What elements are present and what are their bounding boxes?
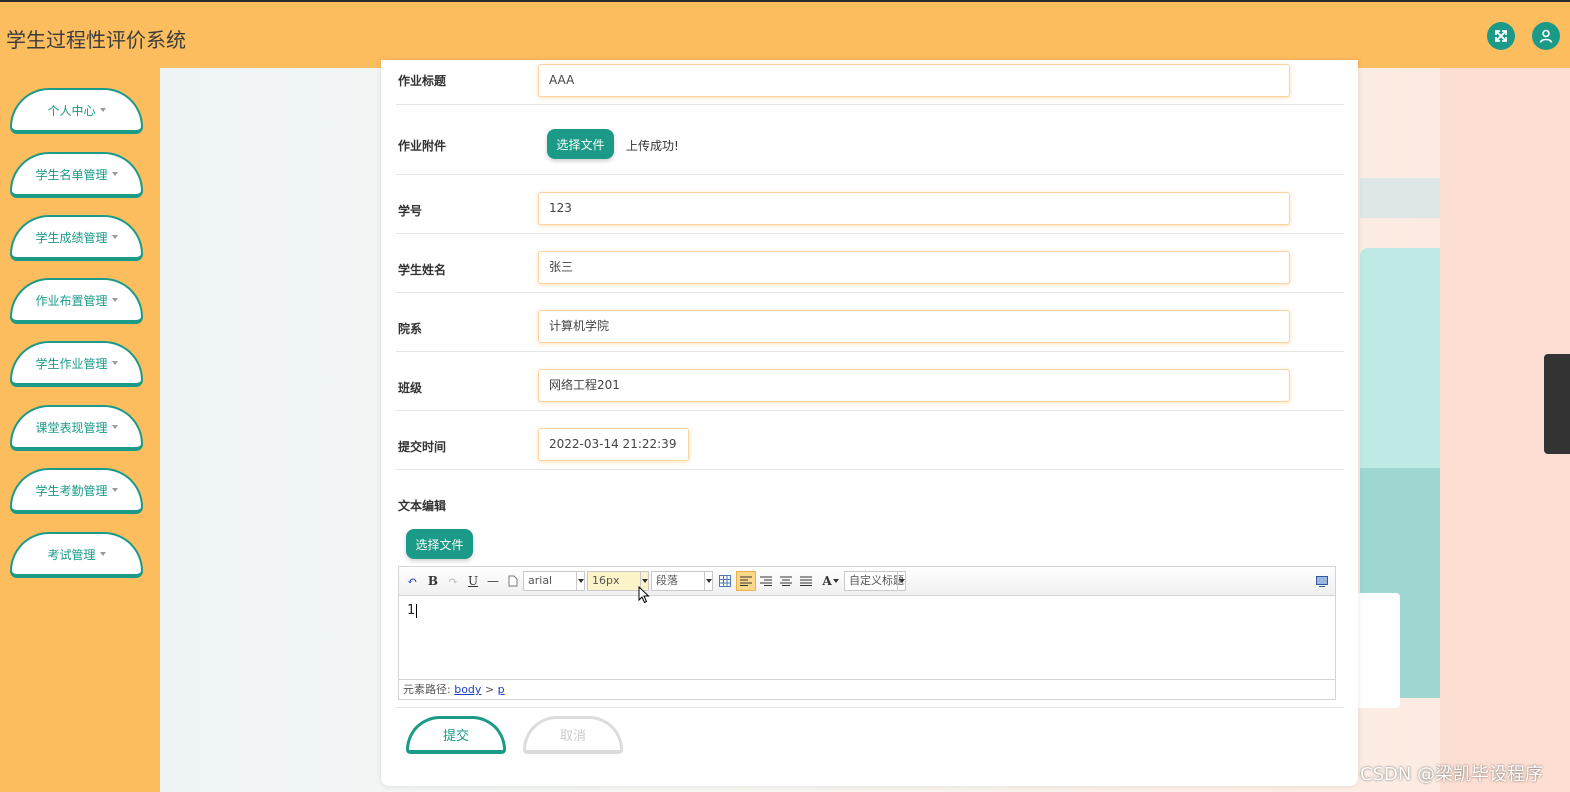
field-label: 班级 (398, 381, 423, 395)
new-document-icon[interactable] (505, 573, 521, 589)
dropdown-arrow-icon (704, 572, 712, 590)
editor-choose-file-button[interactable]: 选择文件 (406, 529, 473, 559)
paragraph-value: 段落 (656, 574, 678, 587)
font-color-dropdown-icon[interactable] (832, 573, 840, 589)
element-path: 元素路径: body > p (399, 679, 1335, 699)
sidebar-item-exams[interactable]: 考试管理 (10, 532, 143, 578)
sidebar-item-personal-center[interactable]: 个人中心 (10, 88, 143, 134)
upload-status: 上传成功! (626, 139, 679, 153)
align-justify-icon[interactable] (798, 573, 814, 589)
sidebar-item-label: 作业布置管理 (35, 293, 108, 308)
sidebar-item-label: 学生名单管理 (35, 167, 108, 182)
field-label: 院系 (398, 322, 423, 336)
caret-down-icon (99, 108, 106, 112)
field-label: 提交时间 (398, 440, 447, 454)
form-row-student-id: 学号 123 (396, 175, 1344, 234)
sidebar-item-label: 个人中心 (47, 103, 96, 118)
top-header: 学生过程性评价系统 (0, 0, 1570, 68)
scene-shape (1360, 178, 1440, 218)
undo-icon[interactable]: ↶ (404, 573, 420, 589)
editor-toolbar: ↶ B ↷ U — arial 16px 段落 A 自定义标题 (399, 567, 1335, 596)
form-row-title: 作业标题 AAA (396, 64, 1344, 105)
watermark: CSDN @梁凯毕设程序 (1360, 764, 1544, 785)
font-size-value: 16px (592, 574, 620, 587)
field-label: 文本编辑 (398, 499, 447, 513)
form-row-attachment: 作业附件 选择文件 上传成功! (396, 105, 1344, 175)
sidebar-item-attendance[interactable]: 学生考勤管理 (10, 468, 143, 514)
sidebar-item-label: 课堂表现管理 (35, 420, 108, 435)
sidebar-item-label: 学生考勤管理 (35, 483, 108, 498)
form-row-submit-time: 提交时间 2022-03-14 21:22:39 (396, 411, 1344, 470)
form-row-department: 院系 计算机学院 (396, 293, 1344, 352)
bold-icon[interactable]: B (425, 573, 441, 589)
fullscreen-icon[interactable] (1487, 22, 1515, 50)
element-path-label: 元素路径: (403, 683, 451, 696)
form-row-student-name: 学生姓名 张三 (396, 234, 1344, 293)
custom-heading-select[interactable]: 自定义标题 (844, 571, 906, 591)
mouse-pointer-icon (638, 585, 650, 608)
sidebar-item-label: 学生作业管理 (35, 356, 108, 371)
submit-button[interactable]: 提交 (406, 716, 506, 754)
paragraph-select[interactable]: 段落 (651, 571, 713, 591)
table-icon[interactable] (717, 573, 733, 589)
department-input[interactable]: 计算机学院 (538, 310, 1290, 343)
user-icon[interactable] (1532, 22, 1560, 50)
sidebar-item-label: 考试管理 (47, 547, 96, 562)
submit-time-input[interactable]: 2022-03-14 21:22:39 (538, 428, 689, 461)
path-separator: > (484, 683, 495, 696)
sidebar-item-student-list[interactable]: 学生名单管理 (10, 152, 143, 198)
text-cursor (416, 603, 418, 618)
font-family-select[interactable]: arial (523, 571, 585, 591)
assignment-title-input[interactable]: AAA (538, 64, 1290, 97)
editor-content[interactable]: 1 (407, 603, 418, 618)
field-label: 作业附件 (398, 139, 447, 153)
side-collapse-tab[interactable] (1544, 354, 1570, 454)
align-left-icon[interactable] (736, 571, 756, 591)
app-title: 学生过程性评价系统 (6, 28, 186, 52)
horizontal-rule-icon[interactable]: — (485, 573, 501, 589)
sidebar: 个人中心 学生名单管理 学生成绩管理 作业布置管理 学生作业管理 课堂表现管理 … (0, 68, 160, 792)
caret-down-icon (111, 488, 118, 492)
choose-file-button[interactable]: 选择文件 (547, 129, 614, 159)
field-label: 作业标题 (398, 74, 447, 88)
field-label: 学号 (398, 204, 423, 218)
dropdown-arrow-icon (897, 572, 905, 590)
sidebar-item-class-performance[interactable]: 课堂表现管理 (10, 405, 143, 451)
field-label: 学生姓名 (398, 263, 447, 277)
dropdown-arrow-icon (576, 572, 584, 590)
preview-icon[interactable] (1314, 573, 1330, 589)
redo-icon[interactable]: ↷ (445, 573, 461, 589)
student-name-input[interactable]: 张三 (538, 251, 1290, 284)
path-link-body[interactable]: body (454, 683, 481, 696)
underline-icon[interactable]: U (465, 573, 481, 589)
rich-text-editor: ↶ B ↷ U — arial 16px 段落 A 自定义标题 1 元素路径: … (398, 566, 1336, 700)
sidebar-item-label: 学生成绩管理 (35, 230, 108, 245)
caret-down-icon (111, 172, 118, 176)
custom-heading-value: 自定义标题 (849, 574, 904, 587)
align-center-icon[interactable] (778, 573, 794, 589)
caret-down-icon (99, 552, 106, 556)
path-link-p[interactable]: p (498, 683, 505, 696)
caret-down-icon (111, 298, 118, 302)
student-id-input[interactable]: 123 (538, 192, 1290, 225)
sidebar-item-assignment-setup[interactable]: 作业布置管理 (10, 278, 143, 324)
caret-down-icon (111, 425, 118, 429)
editor-text: 1 (407, 603, 416, 618)
sidebar-item-grades[interactable]: 学生成绩管理 (10, 215, 143, 261)
font-family-value: arial (528, 574, 553, 587)
class-input[interactable]: 网络工程201 (538, 369, 1290, 402)
caret-down-icon (111, 235, 118, 239)
cancel-button[interactable]: 取消 (523, 716, 623, 754)
form-row-class: 班级 网络工程201 (396, 352, 1344, 411)
align-right-icon[interactable] (758, 573, 774, 589)
caret-down-icon (111, 361, 118, 365)
sidebar-item-student-assignments[interactable]: 学生作业管理 (10, 341, 143, 387)
